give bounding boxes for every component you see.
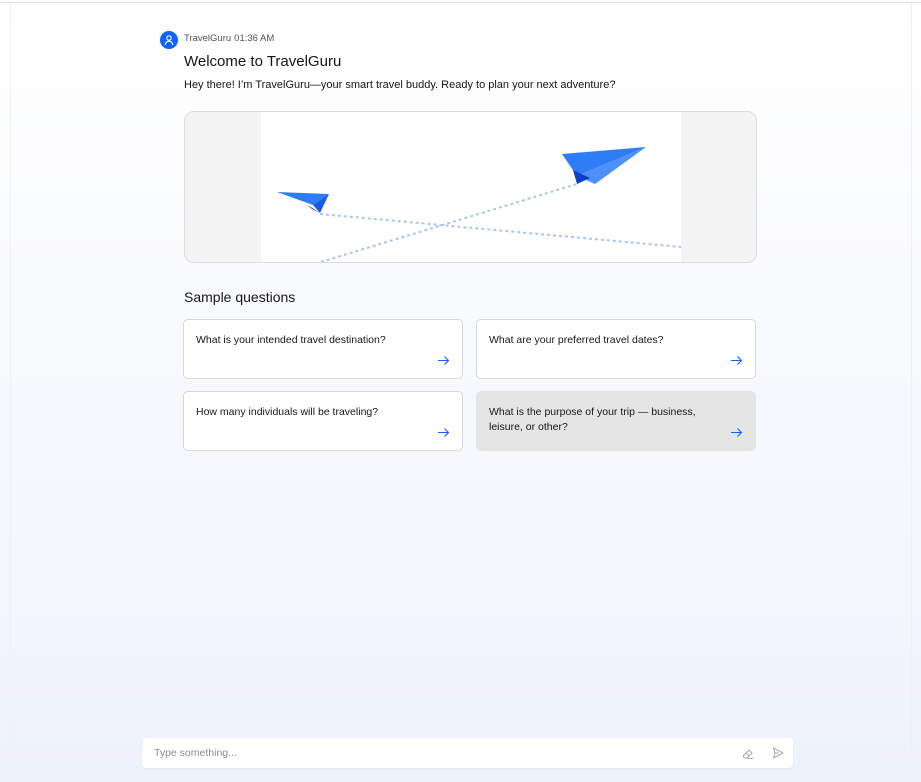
sample-question-text: How many individuals will be traveling? <box>196 406 379 418</box>
sample-question-card[interactable]: What is the purpose of your trip — busin… <box>476 391 756 451</box>
message-time: 01:36 AM <box>234 33 275 44</box>
right-border <box>911 3 912 782</box>
arrow-right-icon <box>731 356 743 365</box>
sample-question-text: What is your intended travel destination… <box>196 334 386 346</box>
sample-question-card[interactable]: How many individuals will be traveling? <box>183 391 463 451</box>
left-border <box>10 3 11 782</box>
welcome-title: Welcome to TravelGuru <box>184 53 342 70</box>
chat-input-bar <box>142 738 793 768</box>
sample-questions-title: Sample questions <box>184 289 296 305</box>
send-icon[interactable] <box>771 746 785 760</box>
eraser-icon[interactable] <box>741 746 755 760</box>
message-meta: TravelGuru 01:36 AM <box>184 33 274 44</box>
paper-plane-illustration <box>184 111 757 263</box>
user-icon <box>160 31 178 49</box>
top-divider <box>0 2 921 3</box>
arrow-right-icon <box>438 428 450 437</box>
paper-plane-icon <box>261 112 682 262</box>
sender-name: TravelGuru <box>184 33 232 44</box>
welcome-message: Hey there! I’m TravelGuru—your smart tra… <box>184 79 616 91</box>
sample-question-text: What are your preferred travel dates? <box>489 334 664 346</box>
sample-question-card[interactable]: What are your preferred travel dates? <box>476 319 756 379</box>
arrow-right-icon <box>731 428 743 437</box>
sample-question-text: What is the purpose of your trip — busin… <box>489 406 696 433</box>
message-input[interactable] <box>142 738 712 768</box>
arrow-right-icon <box>438 356 450 365</box>
sample-question-card[interactable]: What is your intended travel destination… <box>183 319 463 379</box>
